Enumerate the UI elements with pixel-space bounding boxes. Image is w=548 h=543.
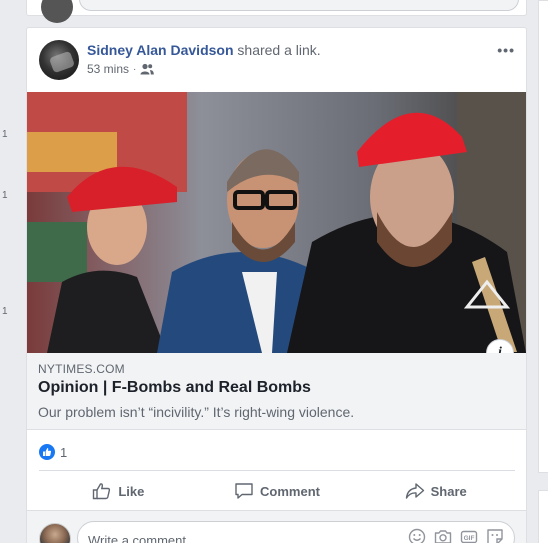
link-domain: NYTIMES.COM: [38, 362, 125, 376]
camera-icon[interactable]: [434, 528, 452, 543]
share-arrow-icon: [405, 483, 424, 499]
thumbs-up-icon: [93, 483, 111, 500]
comment-tools: GIF: [408, 528, 504, 543]
post-action-text: shared a link.: [237, 42, 321, 58]
comment-input[interactable]: [79, 0, 519, 11]
comment-input[interactable]: Write a comment... GIF: [77, 521, 515, 543]
right-panel-edge: [538, 490, 548, 543]
reactions-summary[interactable]: 1: [39, 442, 67, 462]
like-button[interactable]: Like: [39, 475, 198, 507]
link-preview-image[interactable]: [27, 92, 526, 353]
share-button[interactable]: Share: [356, 475, 515, 507]
post-card: Sidney Alan Davidson shared a link. 53 m…: [26, 27, 527, 543]
divider: [39, 470, 515, 471]
right-panel-edge: [538, 0, 548, 473]
author-line: Sidney Alan Davidson shared a link.: [87, 42, 321, 58]
like-count[interactable]: 1: [60, 445, 67, 460]
more-options-button[interactable]: •••: [497, 42, 515, 58]
link-headline[interactable]: Opinion | F-Bombs and Real Bombs: [38, 379, 311, 397]
comment-composer: Write a comment... GIF: [27, 510, 526, 543]
photo-illustration: [27, 92, 526, 353]
comment-label: Comment: [260, 483, 320, 499]
user-avatar[interactable]: [39, 523, 71, 543]
comment-placeholder: Write a comment...: [88, 533, 197, 543]
author-name[interactable]: Sidney Alan Davidson: [87, 42, 234, 58]
link-description: Our problem isn’t “incivility.” It’s rig…: [38, 404, 355, 420]
side-mark: 1: [2, 190, 8, 201]
like-reaction-icon: [39, 444, 55, 460]
post-actions: Like Comment Share: [39, 475, 515, 507]
emoji-icon[interactable]: [408, 528, 426, 543]
side-marks: 1 1 1: [0, 0, 12, 543]
side-mark: 1: [2, 306, 8, 317]
post-meta: 53 mins ·: [87, 62, 155, 76]
avatar: [41, 0, 73, 23]
sticker-icon[interactable]: [486, 528, 504, 543]
like-label: Like: [118, 483, 145, 499]
side-mark: 1: [2, 129, 8, 140]
timestamp[interactable]: 53 mins: [87, 62, 129, 76]
share-label: Share: [430, 483, 467, 499]
friends-icon[interactable]: [140, 63, 155, 75]
separator: ·: [133, 63, 137, 75]
right-sidebar-edge: [538, 0, 548, 543]
comment-button[interactable]: Comment: [198, 475, 357, 507]
post-header: Sidney Alan Davidson shared a link. 53 m…: [39, 40, 515, 82]
gif-icon[interactable]: GIF: [460, 528, 478, 543]
link-preview-box[interactable]: NYTIMES.COM Opinion | F-Bombs and Real B…: [27, 353, 526, 430]
author-avatar[interactable]: [39, 40, 79, 80]
comment-icon: [235, 483, 253, 499]
previous-post-card: [26, 0, 527, 23]
svg-text:GIF: GIF: [464, 535, 475, 542]
